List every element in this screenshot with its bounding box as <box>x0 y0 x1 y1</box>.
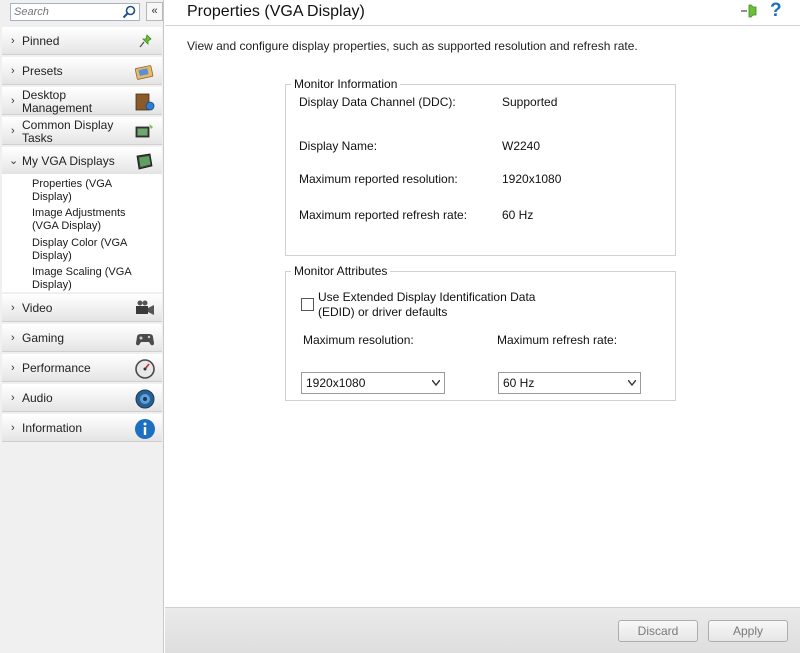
pin-icon <box>139 34 152 48</box>
chevron-right-icon: › <box>11 302 15 314</box>
sidebar-item-video[interactable]: › Video <box>2 294 162 322</box>
monitor-icon <box>136 153 153 170</box>
subitem-properties[interactable]: Properties (VGA Display) <box>32 178 140 204</box>
apply-button[interactable]: Apply <box>708 620 788 642</box>
sidebar-item-label: Pinned <box>22 34 60 48</box>
subitem-display-color[interactable]: Display Color (VGA Display) <box>32 237 140 263</box>
chevron-right-icon: › <box>11 332 15 344</box>
my-vga-displays-subitems: Properties (VGA Display) Image Adjustmen… <box>2 174 162 292</box>
sidebar-item-label: My VGA Displays <box>22 154 115 168</box>
discard-button[interactable]: Discard <box>618 620 698 642</box>
sidebar-item-label: Common Display Tasks <box>22 118 114 145</box>
video-camera-icon <box>136 300 154 315</box>
max-reported-refresh-value: 60 Hz <box>502 208 534 222</box>
display-name-value: W2240 <box>502 139 541 153</box>
max-reported-resolution-value: 1920x1080 <box>502 172 562 186</box>
header: Properties (VGA Display) ? <box>165 0 800 26</box>
edid-checkbox[interactable] <box>301 298 314 311</box>
help-icon[interactable]: ? <box>770 0 782 22</box>
sidebar: « › Pinned › Presets › Desktop Managemen… <box>0 0 164 653</box>
sidebar-item-label: Video <box>22 301 53 315</box>
subitem-image-scaling[interactable]: Image Scaling (VGA Display) <box>32 266 140 292</box>
max-refresh-select[interactable]: 60 Hz <box>498 372 641 394</box>
max-resolution-selected-value: 1920x1080 <box>306 376 366 390</box>
chevron-right-icon: › <box>11 392 15 404</box>
search-icon[interactable] <box>122 5 136 19</box>
max-resolution-label: Maximum resolution: <box>303 333 414 347</box>
max-refresh-selected-value: 60 Hz <box>503 376 535 390</box>
monitor-attributes-legend: Monitor Attributes <box>291 264 391 278</box>
chevron-right-icon: › <box>11 362 15 374</box>
edid-checkbox-label[interactable]: Use Extended Display Identification Data… <box>318 290 558 320</box>
chevron-right-icon: › <box>11 35 15 47</box>
sidebar-item-label: Audio <box>22 391 53 405</box>
chevron-down-icon: ⌄ <box>9 155 19 167</box>
info-icon <box>135 419 155 439</box>
footer: Discard Apply <box>165 607 800 653</box>
chevron-right-icon: › <box>11 65 15 77</box>
search-row: « <box>0 0 164 25</box>
gauge-icon <box>135 359 155 379</box>
chevron-right-icon: › <box>11 95 15 107</box>
sidebar-item-gaming[interactable]: › Gaming <box>2 324 162 352</box>
chevron-down-icon <box>432 380 440 386</box>
sidebar-item-information[interactable]: › Information <box>2 414 162 442</box>
chevron-down-icon <box>628 380 636 386</box>
display-name-label: Display Name: <box>299 139 378 153</box>
sidebar-item-common-display-tasks[interactable]: › Common Display Tasks <box>2 117 162 145</box>
monitor-information-group <box>285 84 676 256</box>
ddc-value: Supported <box>502 95 558 109</box>
max-reported-refresh-label: Maximum reported refresh rate: <box>299 208 468 222</box>
sidebar-item-label: Desktop Management <box>22 88 93 115</box>
sidebar-item-performance[interactable]: › Performance <box>2 354 162 382</box>
chevron-right-icon: › <box>11 422 15 434</box>
collapse-sidebar-button[interactable]: « <box>146 2 163 21</box>
sidebar-item-label: Information <box>22 421 83 435</box>
sidebar-item-pinned[interactable]: › Pinned <box>2 27 162 55</box>
speaker-icon <box>135 389 155 409</box>
sidebar-item-label: Performance <box>22 361 91 375</box>
sidebar-item-label: Presets <box>22 64 63 78</box>
subitem-image-adjustments[interactable]: Image Adjustments (VGA Display) <box>32 207 140 233</box>
page-description: View and configure display properties, s… <box>187 39 638 53</box>
max-reported-resolution-label: Maximum reported resolution: <box>299 172 458 186</box>
sidebar-item-audio[interactable]: › Audio <box>2 384 162 412</box>
search-input[interactable] <box>11 4 119 20</box>
desktop-management-icon <box>135 93 155 111</box>
page-title: Properties (VGA Display) <box>187 3 365 20</box>
sidebar-item-presets[interactable]: › Presets <box>2 57 162 85</box>
max-refresh-label: Maximum refresh rate: <box>497 333 618 347</box>
sidebar-item-desktop-management[interactable]: › Desktop Management <box>2 87 162 115</box>
display-tasks-icon <box>135 124 153 138</box>
monitor-information-legend: Monitor Information <box>291 77 401 91</box>
chevron-right-icon: › <box>11 125 15 137</box>
sidebar-item-my-vga-displays[interactable]: ⌄ My VGA Displays <box>2 147 162 175</box>
gamepad-icon <box>136 334 154 346</box>
max-resolution-select[interactable]: 1920x1080 <box>301 372 445 394</box>
search-box[interactable] <box>10 3 140 21</box>
sidebar-item-label: Gaming <box>22 331 65 345</box>
pin-page-icon[interactable] <box>739 3 761 19</box>
ddc-label: Display Data Channel (DDC): <box>299 95 456 109</box>
presets-icon <box>134 65 154 80</box>
